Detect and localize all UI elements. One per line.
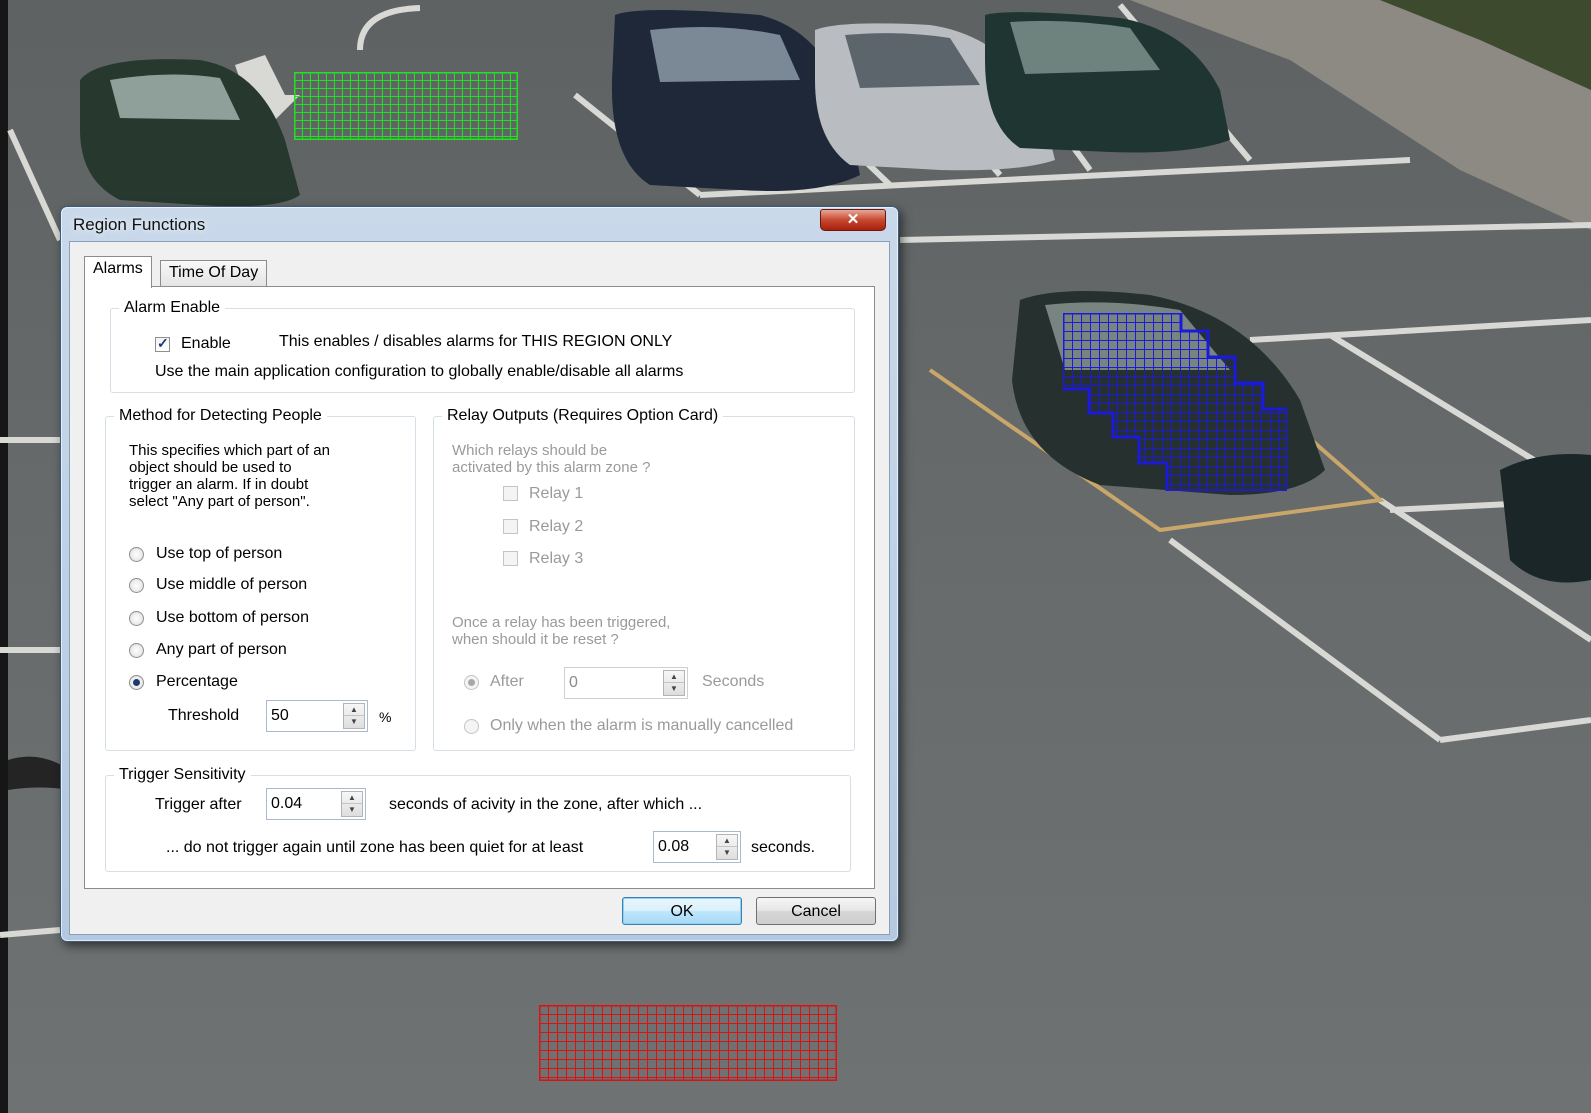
close-button[interactable]: ✕: [820, 209, 886, 231]
alarms-tab-panel: Alarm Enable Enable This enables / disab…: [84, 286, 875, 889]
relay-outputs-group: Relay Outputs (Requires Option Card) Whi…: [433, 406, 855, 751]
global-note: Use the main application configuration t…: [155, 363, 684, 380]
radio-use-bottom[interactable]: [129, 611, 144, 626]
radio-after[interactable]: [464, 675, 479, 690]
tab-time-of-day[interactable]: Time Of Day: [160, 260, 268, 286]
quiet-spinner[interactable]: ▲ ▼: [653, 831, 741, 863]
dialog-title: Region Functions: [73, 215, 206, 234]
relay-2-checkbox[interactable]: [503, 519, 518, 534]
trigger-after-up-arrow[interactable]: ▲: [342, 792, 362, 804]
trigger-after-down-arrow[interactable]: ▼: [342, 804, 362, 816]
trigger-sensitivity-legend: Trigger Sensitivity: [114, 765, 251, 785]
after-seconds-down-arrow[interactable]: ▼: [664, 683, 684, 695]
radio-use-top[interactable]: [129, 547, 144, 562]
relay-outputs-legend: Relay Outputs (Requires Option Card): [442, 406, 724, 426]
threshold-down-arrow[interactable]: ▼: [344, 716, 364, 728]
quiet-spin-arrows[interactable]: ▲ ▼: [716, 834, 738, 860]
threshold-spinner[interactable]: ▲ ▼: [266, 700, 368, 732]
trigger-after-label: Trigger after: [155, 796, 242, 813]
enable-note: This enables / disables alarms for THIS …: [279, 333, 673, 350]
blue-zone-grid: [1063, 313, 1287, 491]
cancel-button[interactable]: Cancel: [756, 897, 876, 925]
relay-1-checkbox[interactable]: [503, 486, 518, 501]
alarm-enable-group: Alarm Enable Enable This enables / disab…: [110, 298, 855, 393]
blue-zone-grid-svg: [1063, 313, 1287, 491]
green-zone-grid: [294, 72, 518, 140]
radio-use-top-label: Use top of person: [156, 545, 283, 562]
threshold-spin-arrows[interactable]: ▲ ▼: [343, 703, 365, 729]
radio-percentage-label: Percentage: [156, 673, 238, 690]
threshold-input[interactable]: [267, 701, 341, 731]
radio-manual-cancel-label: Only when the alarm is manually cancelle…: [490, 717, 794, 734]
ok-button[interactable]: OK: [622, 897, 742, 925]
dialog-client-area: Alarms Time Of Day Alarm Enable Enable T…: [69, 241, 890, 935]
green-zone-grid-svg: [294, 72, 518, 140]
after-seconds-input[interactable]: [565, 668, 661, 698]
radio-use-middle[interactable]: [129, 578, 144, 593]
quiet-unit: seconds.: [751, 839, 816, 856]
reset-question: Once a relay has been triggered, when sh…: [452, 614, 671, 648]
trigger-after-spin-arrows[interactable]: ▲ ▼: [341, 791, 363, 817]
relay-2-label: Relay 2: [529, 518, 584, 535]
after-seconds-up-arrow[interactable]: ▲: [664, 671, 684, 683]
threshold-unit: %: [379, 709, 392, 725]
relay-question: Which relays should be activated by this…: [452, 442, 651, 476]
radio-percentage[interactable]: [129, 675, 144, 690]
quiet-up-arrow[interactable]: ▲: [717, 835, 737, 847]
activity-text: seconds of acivity in the zone, after wh…: [389, 796, 703, 813]
region-functions-dialog: Region Functions ✕ Alarms Time Of Day Al…: [60, 206, 899, 942]
quiet-input[interactable]: [654, 832, 714, 862]
threshold-up-arrow[interactable]: ▲: [344, 704, 364, 716]
relay-1-label: Relay 1: [529, 485, 584, 502]
red-zone-grid: [539, 1005, 837, 1081]
after-seconds-spin-arrows[interactable]: ▲ ▼: [663, 670, 685, 696]
radio-any-part-label: Any part of person: [156, 641, 287, 658]
tab-alarms[interactable]: Alarms: [84, 256, 152, 288]
relay-3-label: Relay 3: [529, 550, 584, 567]
seconds-label: Seconds: [702, 673, 765, 690]
red-zone-grid-svg: [539, 1005, 837, 1081]
trigger-after-input[interactable]: [267, 789, 339, 819]
quiet-down-arrow[interactable]: ▼: [717, 847, 737, 859]
dialog-titlebar[interactable]: Region Functions ✕: [61, 207, 898, 241]
detection-method-description: This specifies which part of an object s…: [129, 442, 330, 510]
radio-after-label: After: [490, 673, 524, 690]
trigger-after-spinner[interactable]: ▲ ▼: [266, 788, 366, 820]
radio-manual-cancel[interactable]: [464, 719, 479, 734]
radio-use-middle-label: Use middle of person: [156, 576, 308, 593]
detection-method-legend: Method for Detecting People: [114, 406, 327, 426]
quiet-text: ... do not trigger again until zone has …: [166, 839, 584, 856]
relay-3-checkbox[interactable]: [503, 551, 518, 566]
threshold-label: Threshold: [168, 707, 240, 724]
detection-method-group: Method for Detecting People This specifi…: [105, 406, 416, 751]
enable-label: Enable: [181, 335, 231, 352]
after-seconds-spinner[interactable]: ▲ ▼: [564, 667, 688, 699]
trigger-sensitivity-group: Trigger Sensitivity Trigger after ▲ ▼ se…: [105, 765, 851, 872]
radio-use-bottom-label: Use bottom of person: [156, 609, 309, 626]
radio-any-part[interactable]: [129, 643, 144, 658]
alarm-enable-legend: Alarm Enable: [119, 298, 226, 318]
enable-checkbox[interactable]: [155, 335, 170, 352]
